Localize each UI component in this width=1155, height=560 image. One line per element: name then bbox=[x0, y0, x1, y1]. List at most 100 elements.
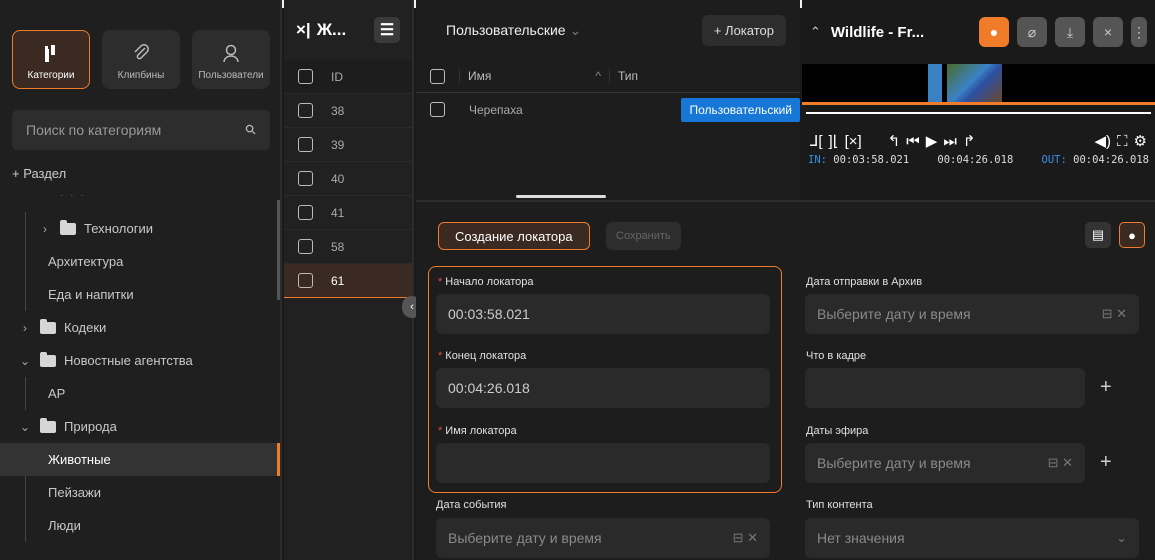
tree-item-codecs[interactable]: › Кодеки bbox=[0, 311, 280, 344]
in-frame-label: Что в кадре bbox=[806, 350, 867, 362]
table-row[interactable]: 40 bbox=[284, 162, 412, 196]
table-row-selected[interactable]: 61 bbox=[284, 264, 412, 298]
row-checkbox[interactable] bbox=[298, 137, 313, 152]
horizontal-scrollbar[interactable] bbox=[516, 195, 606, 198]
add-air-date-button[interactable]: + bbox=[1100, 451, 1112, 474]
row-checkbox[interactable] bbox=[298, 239, 313, 254]
table-row[interactable]: Черепаха Пользовательский bbox=[416, 93, 800, 126]
fullscreen-icon[interactable]: ⛶ bbox=[1117, 133, 1128, 150]
category-tree: › Технологии Архитектура Еда и напитки ›… bbox=[0, 212, 280, 542]
settings-icon[interactable]: ⚙ bbox=[1134, 132, 1147, 150]
tree-item-label: Пейзажи bbox=[48, 485, 101, 500]
in-frame-input[interactable] bbox=[805, 368, 1085, 408]
selection-indicator bbox=[277, 443, 280, 476]
tree-item-landscapes[interactable]: Пейзажи bbox=[0, 476, 280, 509]
add-in-frame-button[interactable]: + bbox=[1100, 376, 1112, 399]
event-date-picker[interactable]: Выберите дату и время ⊟ ✕ bbox=[436, 518, 770, 558]
mode-clipbins-button[interactable]: Клипбины bbox=[102, 30, 180, 89]
chevron-down-icon: ⌄ bbox=[569, 21, 582, 38]
menu-icon[interactable]: ☰ bbox=[374, 17, 400, 43]
chevron-down-icon[interactable]: ⌄ bbox=[18, 420, 32, 434]
id-column-header: ID bbox=[331, 69, 343, 84]
name-column-header[interactable]: Имя ^ bbox=[459, 69, 609, 83]
categories-sidebar: Категории Клипбины Пользователи Поиск по… bbox=[0, 0, 282, 560]
table-row[interactable]: 39 bbox=[284, 128, 412, 162]
seek-bar[interactable] bbox=[802, 102, 1155, 128]
close-icon[interactable]: × bbox=[1093, 17, 1123, 47]
content-type-select[interactable]: Нет значения ⌄ bbox=[805, 518, 1139, 558]
go-to-in-icon[interactable]: ↰ bbox=[888, 132, 901, 150]
add-locator-button[interactable]: + Локатор bbox=[701, 14, 786, 46]
chevron-down-icon[interactable]: ⌄ bbox=[18, 354, 32, 368]
tree-item-food[interactable]: Еда и напитки bbox=[0, 278, 280, 311]
close-icon[interactable]: ×| bbox=[296, 20, 311, 40]
paperclip-icon bbox=[131, 42, 151, 64]
sort-up-icon[interactable]: ^ bbox=[595, 69, 609, 83]
step-back-icon[interactable]: ⏮ bbox=[906, 133, 920, 150]
sidebar-scrollbar[interactable] bbox=[277, 200, 280, 300]
tree-item-animals[interactable]: Животные bbox=[0, 443, 280, 476]
end-time-value: 00:04:26.018 bbox=[448, 380, 530, 396]
video-frame[interactable] bbox=[802, 64, 1155, 102]
filter-label: Пользовательские bbox=[446, 21, 566, 38]
type-column-header[interactable]: Тип bbox=[609, 69, 638, 83]
mark-out-icon[interactable]: ]⌊ bbox=[829, 132, 839, 150]
tree-item-nature[interactable]: ⌄ Природа bbox=[0, 410, 280, 443]
seek-track[interactable] bbox=[806, 112, 1151, 114]
locator-filter-select[interactable]: Пользовательские ⌄ bbox=[446, 22, 581, 39]
table-row[interactable]: 58 bbox=[284, 230, 412, 264]
play-icon[interactable]: ▶ bbox=[926, 132, 938, 150]
table-row[interactable]: 38 bbox=[284, 94, 412, 128]
volume-icon[interactable]: ◀) bbox=[1095, 132, 1112, 150]
mark-in-icon[interactable]: ⅃[ bbox=[810, 132, 823, 150]
clip-list-header: ×| Ж... ☰ bbox=[284, 0, 412, 60]
download-icon[interactable]: ⤓ bbox=[1055, 17, 1085, 47]
row-checkbox[interactable] bbox=[298, 205, 313, 220]
mode-label: Клипбины bbox=[117, 70, 165, 81]
search-icon bbox=[245, 122, 256, 138]
step-forward-icon[interactable]: ⏭ bbox=[943, 133, 957, 150]
row-checkbox[interactable] bbox=[430, 102, 445, 117]
clear-marks-icon[interactable]: [×] bbox=[845, 133, 862, 150]
chevron-right-icon[interactable]: › bbox=[38, 222, 52, 236]
category-search-input[interactable]: Поиск по категориям bbox=[12, 110, 270, 150]
select-all-checkbox[interactable] bbox=[430, 68, 445, 84]
end-time-field[interactable]: 00:04:26.018 bbox=[436, 368, 770, 408]
content-type-value: Нет значения bbox=[817, 530, 905, 546]
save-button[interactable]: Сохранить bbox=[606, 222, 681, 250]
calendar-clear-icon[interactable]: ⊟ ✕ bbox=[1048, 455, 1073, 471]
film-icon[interactable]: ▤ bbox=[1085, 222, 1111, 248]
tree-item-news-agencies[interactable]: ⌄ Новостные агентства bbox=[0, 344, 280, 377]
locator-name-input[interactable] bbox=[436, 443, 770, 483]
table-row[interactable]: 41 bbox=[284, 196, 412, 230]
row-checkbox[interactable] bbox=[298, 103, 313, 118]
create-locator-button[interactable]: Создание локатора bbox=[438, 222, 590, 250]
location-pin-icon[interactable]: ● bbox=[979, 17, 1009, 47]
air-dates-picker[interactable]: Выберите дату и время ⊟ ✕ bbox=[805, 443, 1085, 483]
mode-users-button[interactable]: Пользователи bbox=[192, 30, 270, 89]
calendar-clear-icon[interactable]: ⊟ ✕ bbox=[733, 530, 758, 546]
locators-panel: Пользовательские ⌄ + Локатор Имя ^ Тип Че… bbox=[416, 0, 800, 200]
add-section-button[interactable]: + Раздел bbox=[12, 166, 66, 181]
folder-icon bbox=[60, 219, 76, 235]
paperclip-icon[interactable]: ⌀ bbox=[1017, 17, 1047, 47]
archive-date-picker[interactable]: Выберите дату и время ⊟ ✕ bbox=[805, 294, 1139, 334]
start-time-field[interactable]: 00:03:58.021 bbox=[436, 294, 770, 334]
row-checkbox[interactable] bbox=[298, 273, 313, 288]
location-pin-icon[interactable]: ● bbox=[1119, 222, 1145, 248]
archive-date-label: Дата отправки в Архив bbox=[806, 276, 923, 288]
tree-item-technologies[interactable]: › Технологии bbox=[0, 212, 280, 245]
tree-item-ap[interactable]: AP bbox=[0, 377, 280, 410]
select-all-checkbox[interactable] bbox=[298, 69, 313, 84]
search-placeholder: Поиск по категориям bbox=[26, 122, 162, 138]
more-vertical-icon[interactable]: ⋮ bbox=[1131, 17, 1147, 47]
tree-item-architecture[interactable]: Архитектура bbox=[0, 245, 280, 278]
chevron-right-icon[interactable]: › bbox=[18, 321, 32, 335]
tree-item-people[interactable]: Люди bbox=[0, 509, 280, 542]
out-label: OUT: bbox=[1041, 154, 1067, 166]
expand-collapse-icon[interactable]: ⌃ bbox=[810, 24, 821, 40]
go-to-out-icon[interactable]: ↱ bbox=[963, 132, 976, 150]
row-checkbox[interactable] bbox=[298, 171, 313, 186]
calendar-clear-icon[interactable]: ⊟ ✕ bbox=[1102, 306, 1127, 322]
mode-categories-button[interactable]: Категории bbox=[12, 30, 90, 89]
